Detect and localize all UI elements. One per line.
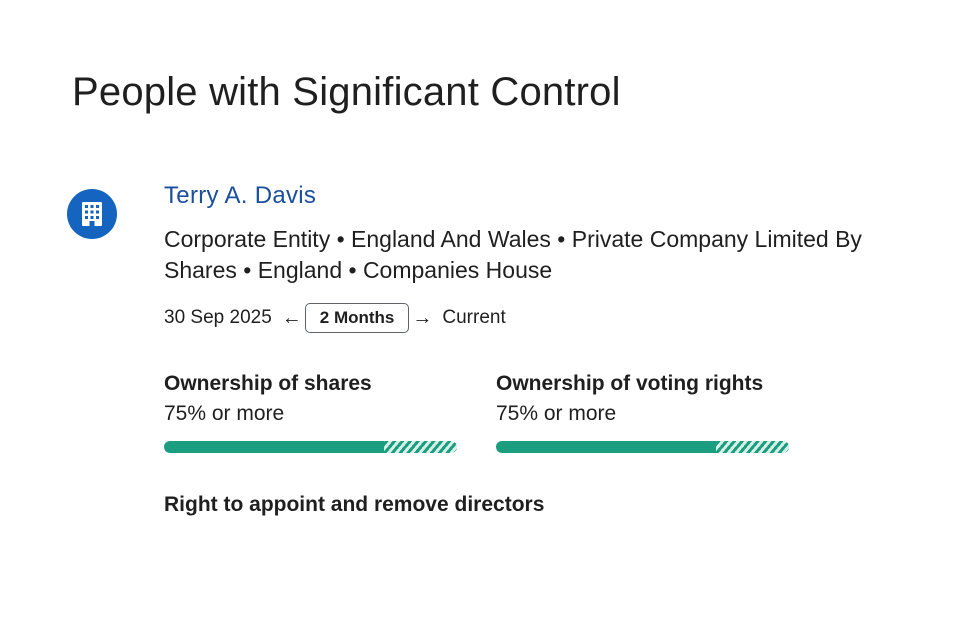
ownership-voting-value: 75% or more (496, 402, 617, 425)
ownership-voting-bar (496, 441, 789, 453)
psc-name-link[interactable]: Terry A. Davis (164, 180, 316, 212)
ownership-voting-bar-fill (496, 441, 716, 453)
ownership-shares-bar-fill (164, 441, 384, 453)
psc-details: Corporate Entity • England And Wales • P… (164, 226, 862, 283)
arrow-left-icon: ← (281, 307, 302, 329)
ownership-voting: Ownership of voting rights 75% or more (496, 370, 789, 453)
ownership-shares-value: 75% or more (164, 402, 285, 425)
appoint-directors-label: Right to appoint and remove directors (164, 493, 545, 516)
page-title: People with Significant Control (72, 70, 621, 114)
ownership-shares: Ownership of shares 75% or more (164, 370, 457, 453)
duration-badge: 2 Months (304, 303, 410, 333)
ownership-row: Ownership of shares 75% or more Ownershi… (164, 370, 884, 453)
ownership-voting-label: Ownership of voting rights (496, 372, 764, 395)
timeline-end: Current (442, 307, 506, 328)
arrow-right-icon: → (412, 307, 433, 329)
ownership-shares-label: Ownership of shares (164, 372, 372, 395)
building-icon (67, 189, 117, 239)
timeline-start: 30 Sep 2025 (164, 307, 272, 328)
building-icon-glyph (82, 202, 102, 226)
psc-card: Terry A. Davis Corporate Entity • Englan… (164, 180, 884, 519)
ownership-shares-bar (164, 441, 457, 453)
timeline: 30 Sep 2025 ← 2 Months → Current (164, 302, 884, 334)
